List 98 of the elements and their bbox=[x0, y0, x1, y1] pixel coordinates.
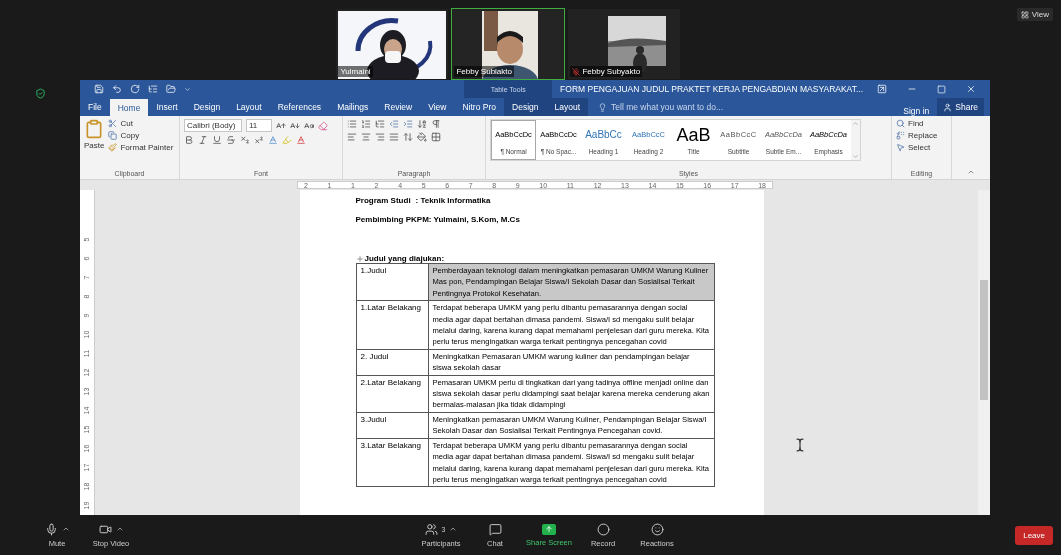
cut-button[interactable]: Cut bbox=[108, 119, 174, 128]
table-cell: 2.Latar Belakang bbox=[356, 375, 429, 412]
sort-icon[interactable] bbox=[417, 119, 427, 129]
lightbulb-icon bbox=[598, 102, 607, 112]
increase-indent-icon[interactable] bbox=[403, 119, 413, 129]
align-left-icon[interactable] bbox=[347, 132, 357, 142]
tell-me-field[interactable]: Tell me what you want to do... bbox=[588, 98, 896, 116]
collapse-ribbon-icon[interactable] bbox=[967, 168, 975, 176]
chat-bubble-icon bbox=[488, 522, 502, 536]
decrease-indent-icon[interactable] bbox=[389, 119, 399, 129]
select-button[interactable]: Select bbox=[896, 143, 938, 152]
table-cell: 1.Judul bbox=[356, 264, 429, 301]
participants-icon bbox=[424, 522, 438, 536]
clear-format-icon[interactable] bbox=[318, 120, 328, 131]
list-icon[interactable] bbox=[148, 84, 158, 94]
section-heading: Judul yang diajukan: bbox=[364, 254, 445, 263]
ribbon-display-icon[interactable] bbox=[877, 84, 887, 94]
close-icon[interactable] bbox=[966, 84, 976, 94]
window-title: FORM PENGAJUAN JUDUL PRAKTET KERJA PENGABDIAN MASYARAKAT... bbox=[559, 84, 863, 94]
ribbon-tab[interactable]: Mailings bbox=[329, 98, 377, 116]
find-button[interactable]: Find bbox=[896, 119, 938, 128]
replace-button[interactable]: Replace bbox=[896, 131, 938, 140]
sign-in-link[interactable]: Sign in bbox=[895, 106, 938, 116]
pilcrow-icon[interactable] bbox=[431, 119, 441, 129]
change-case-icon[interactable] bbox=[304, 120, 314, 131]
numbering-icon[interactable] bbox=[361, 119, 371, 129]
field-value: : Teknik Informatika bbox=[415, 196, 491, 205]
table-cell: 3.Judul bbox=[356, 412, 429, 438]
multilevel-list-icon[interactable] bbox=[375, 119, 385, 129]
folder-icon[interactable] bbox=[166, 84, 176, 94]
save-icon[interactable] bbox=[94, 84, 104, 94]
table-cell: 2. Judul bbox=[356, 349, 429, 375]
ribbon-tab[interactable]: Layout bbox=[228, 98, 270, 116]
participant-name: Febby Subiakto bbox=[454, 66, 514, 77]
view-button[interactable]: View bbox=[1016, 8, 1053, 21]
smiley-icon bbox=[650, 522, 664, 536]
subscript-icon[interactable] bbox=[240, 135, 250, 145]
search-icon bbox=[896, 119, 905, 128]
share-screen-icon bbox=[542, 523, 556, 535]
strikethrough-icon[interactable] bbox=[226, 135, 236, 145]
copy-icon bbox=[108, 131, 118, 140]
align-center-icon[interactable] bbox=[361, 132, 371, 142]
ribbon-tab[interactable]: Layout bbox=[546, 98, 588, 116]
leave-button[interactable]: Leave bbox=[1015, 525, 1053, 545]
ribbon-tab[interactable]: Nitro Pro bbox=[454, 98, 504, 116]
field-label: Program Studi bbox=[355, 196, 412, 205]
caret-icon[interactable] bbox=[449, 525, 458, 533]
font-name-field[interactable]: Calibri (Body) bbox=[184, 119, 242, 132]
table-move-handle-icon[interactable] bbox=[355, 254, 364, 263]
underline-icon[interactable] bbox=[212, 135, 222, 145]
share-button[interactable]: Share bbox=[937, 98, 984, 116]
record-icon bbox=[596, 522, 610, 536]
participant-name: Febby Subyakto bbox=[570, 66, 643, 77]
redo-icon[interactable] bbox=[130, 84, 140, 94]
superscript-icon[interactable] bbox=[254, 135, 264, 145]
caret-icon[interactable] bbox=[61, 525, 70, 533]
text-effects-icon[interactable] bbox=[268, 135, 278, 145]
clipboard-icon bbox=[84, 119, 105, 139]
copy-button[interactable]: Copy bbox=[108, 131, 174, 140]
bold-icon[interactable] bbox=[184, 135, 194, 145]
shrink-font-icon[interactable] bbox=[290, 120, 300, 131]
format-painter-button[interactable]: Format Painter bbox=[108, 143, 174, 152]
microphone-icon bbox=[44, 522, 58, 536]
shading-icon[interactable] bbox=[417, 132, 427, 142]
maximize-icon[interactable] bbox=[937, 84, 946, 94]
ribbon-tab[interactable]: File bbox=[80, 98, 110, 116]
table-cell: 1.Latar Belakang bbox=[356, 301, 429, 349]
grow-font-icon[interactable] bbox=[276, 120, 286, 131]
scrollbar[interactable] bbox=[978, 190, 990, 515]
field-value: : Yulmaini, S.Kom, M.Cs bbox=[428, 215, 520, 224]
pointer-icon bbox=[896, 143, 905, 152]
ribbon-tab[interactable]: Design bbox=[185, 98, 229, 116]
paste-button[interactable]: Paste bbox=[84, 119, 105, 167]
align-right-icon[interactable] bbox=[375, 132, 385, 142]
ribbon-tab[interactable]: References bbox=[269, 98, 330, 116]
ribbon-tab[interactable]: Home bbox=[109, 99, 149, 116]
ribbon-tab[interactable]: View bbox=[420, 98, 455, 116]
grid-icon bbox=[1020, 10, 1029, 19]
ribbon-tab[interactable]: Design bbox=[504, 98, 547, 116]
line-spacing-icon[interactable] bbox=[403, 132, 413, 142]
borders-icon[interactable] bbox=[431, 132, 441, 142]
field-label: Pembimbing PKPM bbox=[355, 215, 429, 224]
undo-icon[interactable] bbox=[112, 84, 122, 94]
italic-icon[interactable] bbox=[198, 135, 208, 145]
font-color-icon[interactable] bbox=[296, 135, 306, 145]
ribbon-tab[interactable]: Review bbox=[376, 98, 421, 116]
ribbon-tab[interactable]: Insert bbox=[148, 98, 186, 116]
justify-icon[interactable] bbox=[389, 132, 399, 142]
bullets-icon[interactable] bbox=[347, 119, 357, 129]
scissors-icon bbox=[108, 119, 118, 128]
person-icon bbox=[943, 102, 953, 112]
shield-icon bbox=[34, 88, 46, 99]
replace-icon bbox=[896, 131, 905, 140]
font-size-field[interactable]: 11 bbox=[246, 119, 272, 132]
caret-icon[interactable] bbox=[115, 525, 124, 533]
table-cell: 3.Latar Belakang bbox=[356, 438, 429, 487]
paintbrush-icon bbox=[108, 143, 118, 152]
customize-icon[interactable] bbox=[184, 85, 191, 93]
